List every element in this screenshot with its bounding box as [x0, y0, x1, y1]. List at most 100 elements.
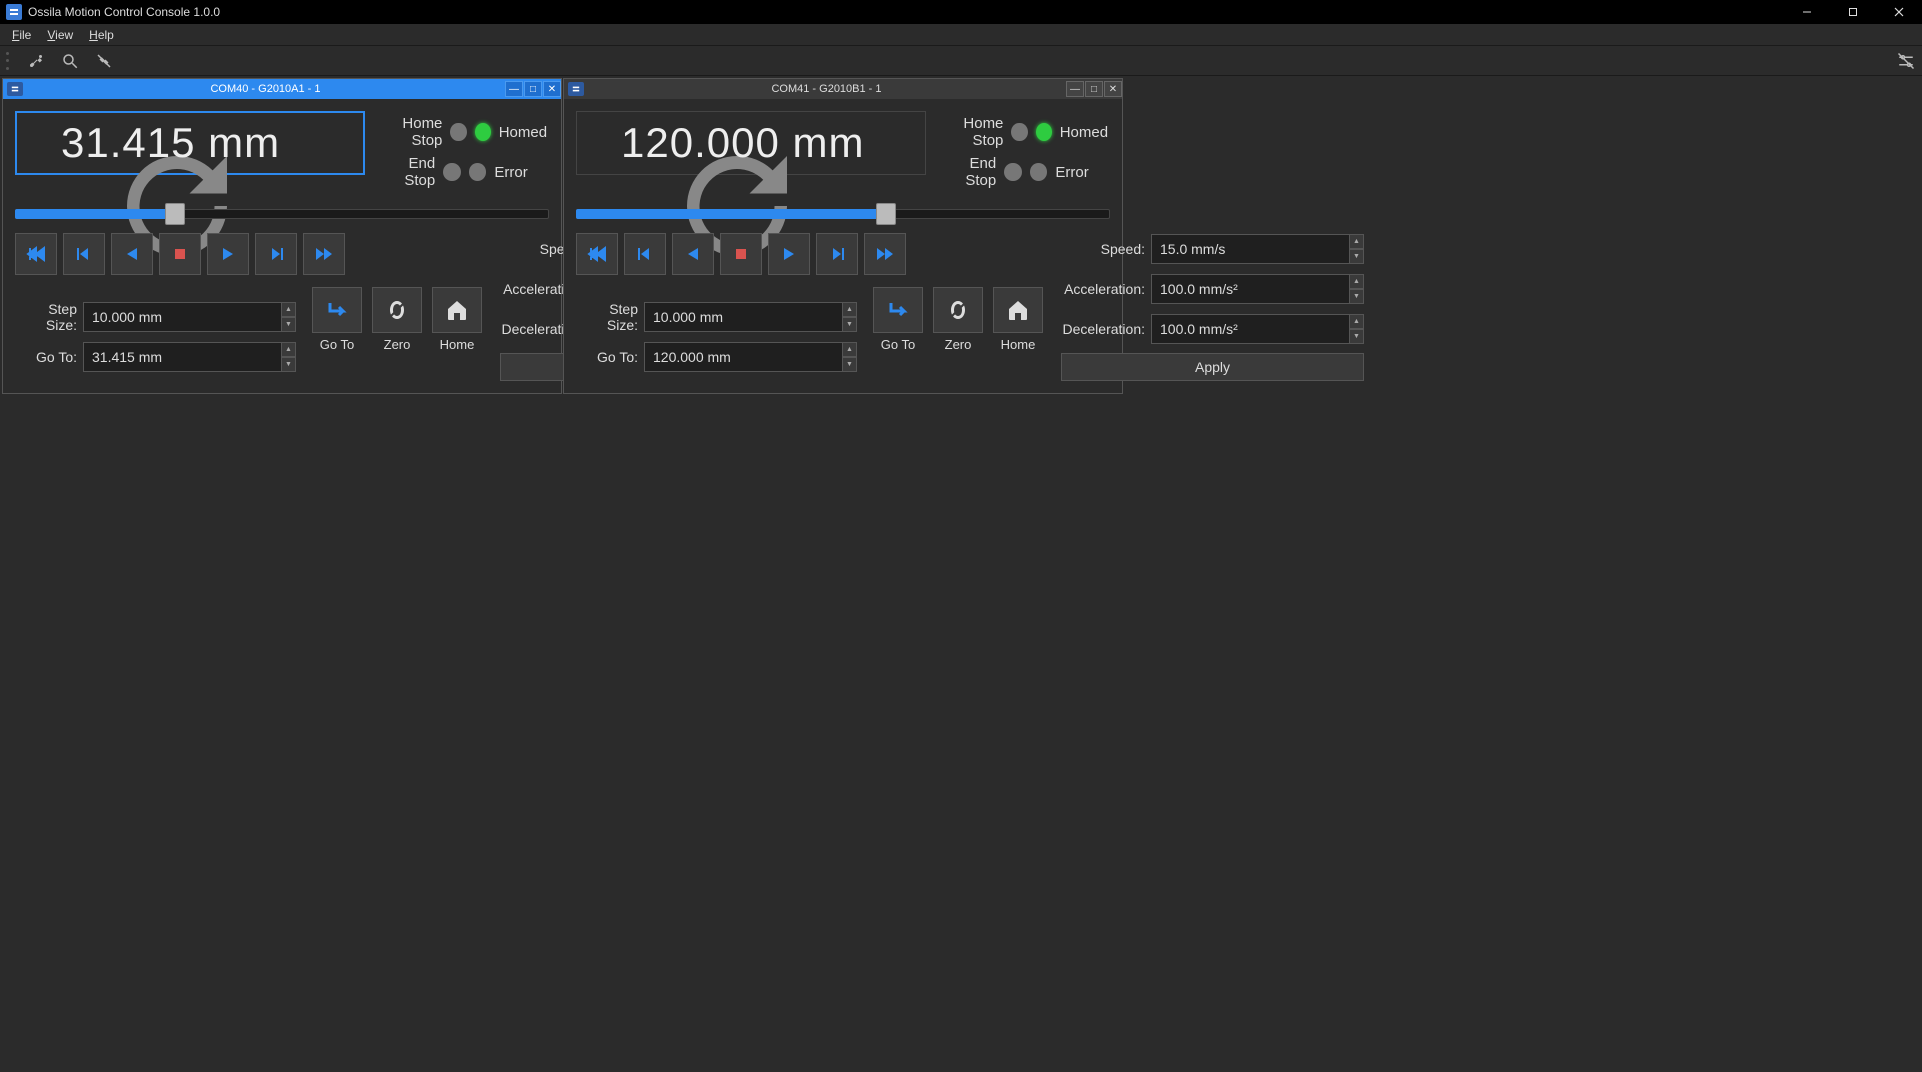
- homed-led: [475, 123, 491, 141]
- panel-title: COM40 - G2010A1 - 1: [27, 83, 504, 95]
- search-icon[interactable]: [60, 51, 80, 71]
- jog-back-button[interactable]: [111, 233, 153, 275]
- goto-input[interactable]: [644, 342, 843, 372]
- titlebar: Ossila Motion Control Console 1.0.0: [0, 0, 1922, 24]
- speed-spin-down[interactable]: ▼: [1350, 249, 1364, 264]
- homed-label: Homed: [1060, 124, 1110, 141]
- end-stop-label: End Stop: [375, 155, 435, 189]
- panel-minimize-button[interactable]: —: [505, 81, 523, 97]
- goto-spin-up[interactable]: ▲: [282, 342, 296, 357]
- speed-spin-up[interactable]: ▲: [1350, 234, 1364, 249]
- acceleration-input[interactable]: [1151, 274, 1350, 304]
- position-value: 31.415 mm: [61, 119, 280, 167]
- goto-button-label: Go To: [881, 337, 915, 352]
- end-stop-label: End Stop: [936, 155, 996, 189]
- goto-label: Go To:: [576, 349, 638, 365]
- jog-step-back-button[interactable]: [624, 233, 666, 275]
- toolbar-grip[interactable]: [6, 52, 10, 70]
- position-slider[interactable]: [576, 203, 1110, 223]
- panel-maximize-button[interactable]: □: [524, 81, 542, 97]
- menu-file[interactable]: File: [4, 26, 39, 44]
- jog-forward-button[interactable]: [207, 233, 249, 275]
- goto-spin-up[interactable]: ▲: [843, 342, 857, 357]
- jog-stop-button[interactable]: [720, 233, 762, 275]
- position-display: 31.415 mm: [15, 111, 365, 175]
- settings-sliders-icon[interactable]: [1896, 51, 1916, 71]
- home-stop-led: [450, 123, 466, 141]
- goto-spin-down[interactable]: ▼: [282, 357, 296, 372]
- home-button[interactable]: [993, 287, 1043, 333]
- deceleration-spin-down[interactable]: ▼: [1350, 329, 1364, 344]
- jog-forward-button[interactable]: [768, 233, 810, 275]
- jog-step-forward-button[interactable]: [816, 233, 858, 275]
- goto-spin-down[interactable]: ▼: [843, 357, 857, 372]
- panel-titlebar[interactable]: COM40 - G2010A1 - 1 — □ ✕: [3, 79, 561, 99]
- menu-view[interactable]: View: [39, 26, 81, 44]
- jog-end-button[interactable]: [864, 233, 906, 275]
- goto-label: Go To:: [15, 349, 77, 365]
- deceleration-spin-up[interactable]: ▲: [1350, 314, 1364, 329]
- end-stop-led: [1004, 163, 1022, 181]
- device-panel-1: COM41 - G2010B1 - 1 — □ ✕ 120.000 mm Hom…: [563, 78, 1123, 394]
- disconnect-icon[interactable]: [94, 51, 114, 71]
- acceleration-spin-down[interactable]: ▼: [1350, 289, 1364, 304]
- step-size-input[interactable]: [644, 302, 843, 332]
- step-size-spin-up[interactable]: ▲: [282, 302, 296, 317]
- jog-step-forward-button[interactable]: [255, 233, 297, 275]
- device-panel-0: COM40 - G2010A1 - 1 — □ ✕ 31.415 mm Home…: [2, 78, 562, 394]
- app-icon: [6, 4, 22, 20]
- jog-step-back-button[interactable]: [63, 233, 105, 275]
- zero-button[interactable]: [372, 287, 422, 333]
- panel-maximize-button[interactable]: □: [1085, 81, 1103, 97]
- speed-label: Speed:: [1061, 241, 1145, 257]
- jog-home-button[interactable]: [576, 233, 618, 275]
- panel-minimize-button[interactable]: —: [1066, 81, 1084, 97]
- refresh-icon[interactable]: [587, 131, 611, 155]
- goto-input[interactable]: [83, 342, 282, 372]
- panel-close-button[interactable]: ✕: [1104, 81, 1122, 97]
- jog-home-button[interactable]: [15, 233, 57, 275]
- zero-button[interactable]: [933, 287, 983, 333]
- panel-titlebar[interactable]: COM41 - G2010B1 - 1 — □ ✕: [564, 79, 1122, 99]
- deceleration-label: Deceleration:: [1061, 321, 1145, 337]
- end-stop-led: [443, 163, 461, 181]
- menubar: File View Help: [0, 24, 1922, 46]
- home-button-label: Home: [440, 337, 475, 352]
- goto-button[interactable]: [312, 287, 362, 333]
- goto-button[interactable]: [873, 287, 923, 333]
- zero-button-label: Zero: [384, 337, 411, 352]
- connect-icon[interactable]: [26, 51, 46, 71]
- deceleration-input[interactable]: [1151, 314, 1350, 344]
- jog-back-button[interactable]: [672, 233, 714, 275]
- refresh-icon[interactable]: [27, 131, 51, 155]
- step-size-spin-up[interactable]: ▲: [843, 302, 857, 317]
- window-maximize-button[interactable]: [1830, 0, 1876, 24]
- speed-input[interactable]: [1151, 234, 1350, 264]
- menu-help[interactable]: Help: [81, 26, 122, 44]
- acceleration-spin-up[interactable]: ▲: [1350, 274, 1364, 289]
- panel-close-button[interactable]: ✕: [543, 81, 561, 97]
- goto-button-label: Go To: [320, 337, 354, 352]
- home-button[interactable]: [432, 287, 482, 333]
- error-led: [1030, 163, 1048, 181]
- window-minimize-button[interactable]: [1784, 0, 1830, 24]
- error-label: Error: [494, 164, 549, 181]
- step-size-spin-down[interactable]: ▼: [282, 317, 296, 332]
- position-slider[interactable]: [15, 203, 549, 223]
- panel-icon: [568, 82, 584, 96]
- position-value: 120.000 mm: [621, 119, 864, 167]
- window-close-button[interactable]: [1876, 0, 1922, 24]
- apply-button[interactable]: Apply: [1061, 353, 1364, 381]
- jog-end-button[interactable]: [303, 233, 345, 275]
- error-led: [469, 163, 487, 181]
- homed-led: [1036, 123, 1052, 141]
- step-size-spin-down[interactable]: ▼: [843, 317, 857, 332]
- jog-stop-button[interactable]: [159, 233, 201, 275]
- panel-title: COM41 - G2010B1 - 1: [588, 83, 1065, 95]
- position-display: 120.000 mm: [576, 111, 926, 175]
- step-size-label: Step Size:: [15, 301, 77, 333]
- home-stop-led: [1011, 123, 1027, 141]
- panel-icon: [7, 82, 23, 96]
- step-size-input[interactable]: [83, 302, 282, 332]
- step-size-label: Step Size:: [576, 301, 638, 333]
